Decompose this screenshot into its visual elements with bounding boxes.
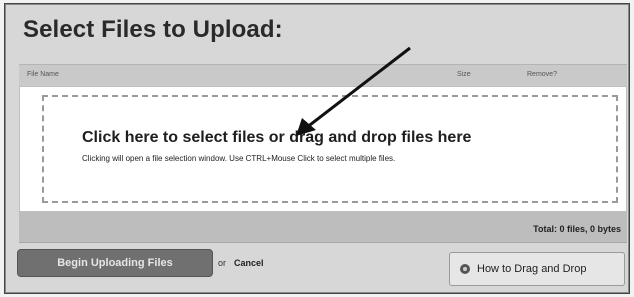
drop-zone-border [42, 95, 618, 203]
begin-upload-button[interactable]: Begin Uploading Files [17, 249, 213, 277]
column-size: Size [457, 71, 471, 78]
totals-bar: Total: 0 files, 0 bytes [19, 212, 627, 243]
totals-text: Total: 0 files, 0 bytes [533, 224, 621, 234]
drag-drop-help-button[interactable]: How to Drag and Drop [449, 252, 625, 286]
help-circle-icon [460, 264, 470, 274]
drop-zone-hint: Clicking will open a file selection wind… [82, 154, 396, 163]
drag-drop-help-label: How to Drag and Drop [477, 263, 587, 275]
cancel-link[interactable]: Cancel [234, 258, 264, 268]
column-file-name: File Name [27, 71, 59, 78]
file-list-header: File Name Size Remove? [19, 64, 627, 88]
column-remove: Remove? [527, 71, 557, 78]
drop-zone-instruction[interactable]: Click here to select files or drag and d… [82, 129, 471, 147]
drop-zone[interactable]: Click here to select files or drag and d… [19, 86, 627, 212]
page-title: Select Files to Upload: [23, 16, 283, 43]
upload-dialog: Select Files to Upload: File Name Size R… [4, 3, 630, 294]
or-separator: or [218, 258, 227, 268]
